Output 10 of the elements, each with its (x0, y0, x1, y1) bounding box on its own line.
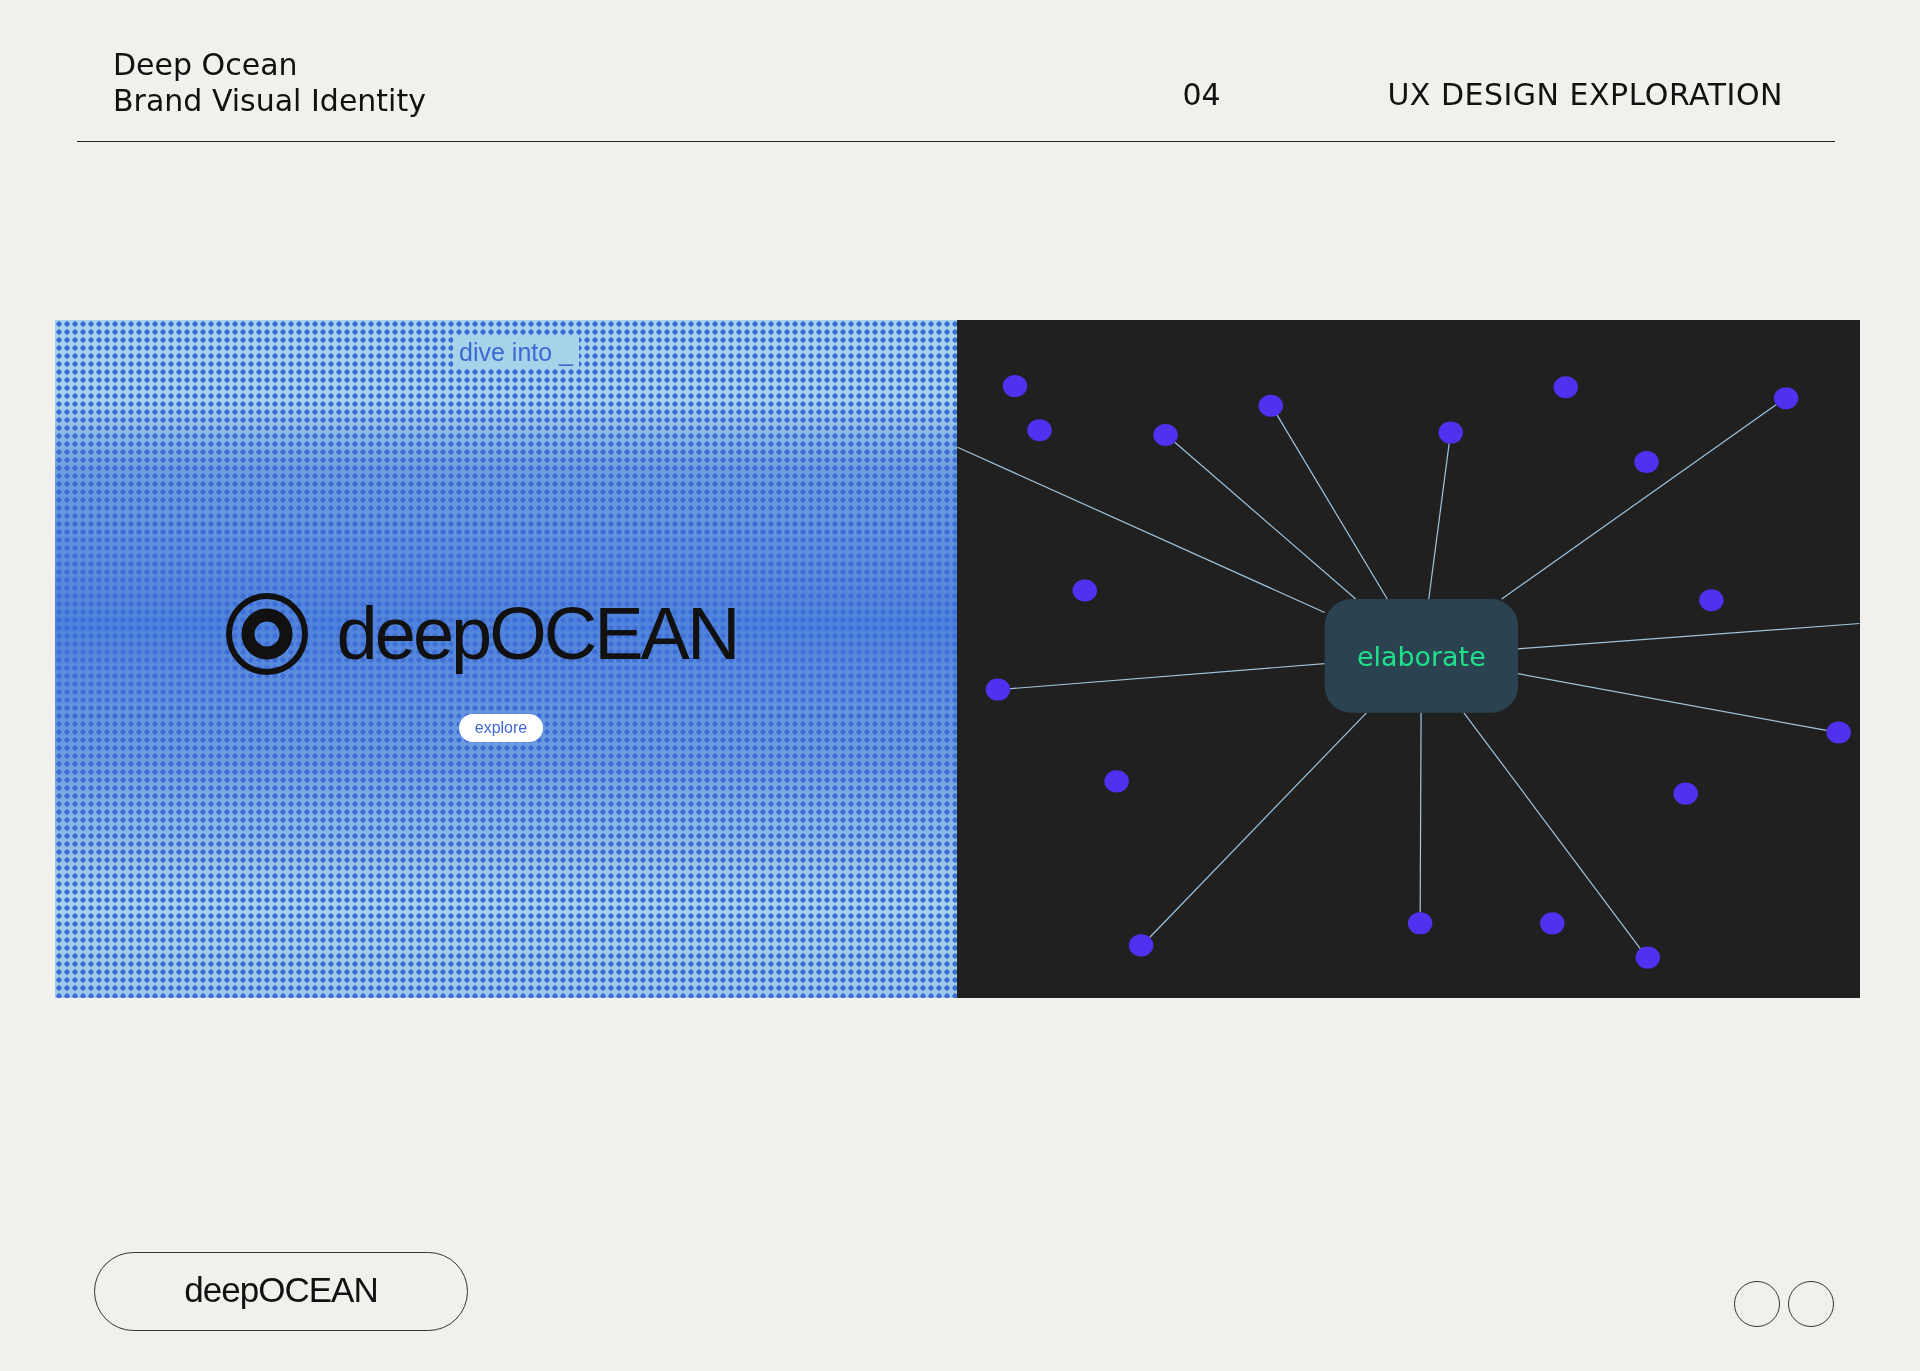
logo-wordmark: deepOCEAN (336, 591, 738, 676)
section-title: UX DESIGN EXPLORATION (1387, 77, 1783, 113)
center-node[interactable] (1324, 599, 1519, 713)
document-title: Deep Ocean (113, 47, 299, 83)
center-node-label: elaborate (1357, 641, 1486, 673)
explore-button[interactable]: explore (458, 714, 544, 742)
document-title: Brand Visual Identity (113, 83, 427, 119)
page-number: 04 (1182, 77, 1222, 113)
tagline: dive into _ (453, 336, 579, 369)
ring-logo-icon (224, 591, 309, 676)
